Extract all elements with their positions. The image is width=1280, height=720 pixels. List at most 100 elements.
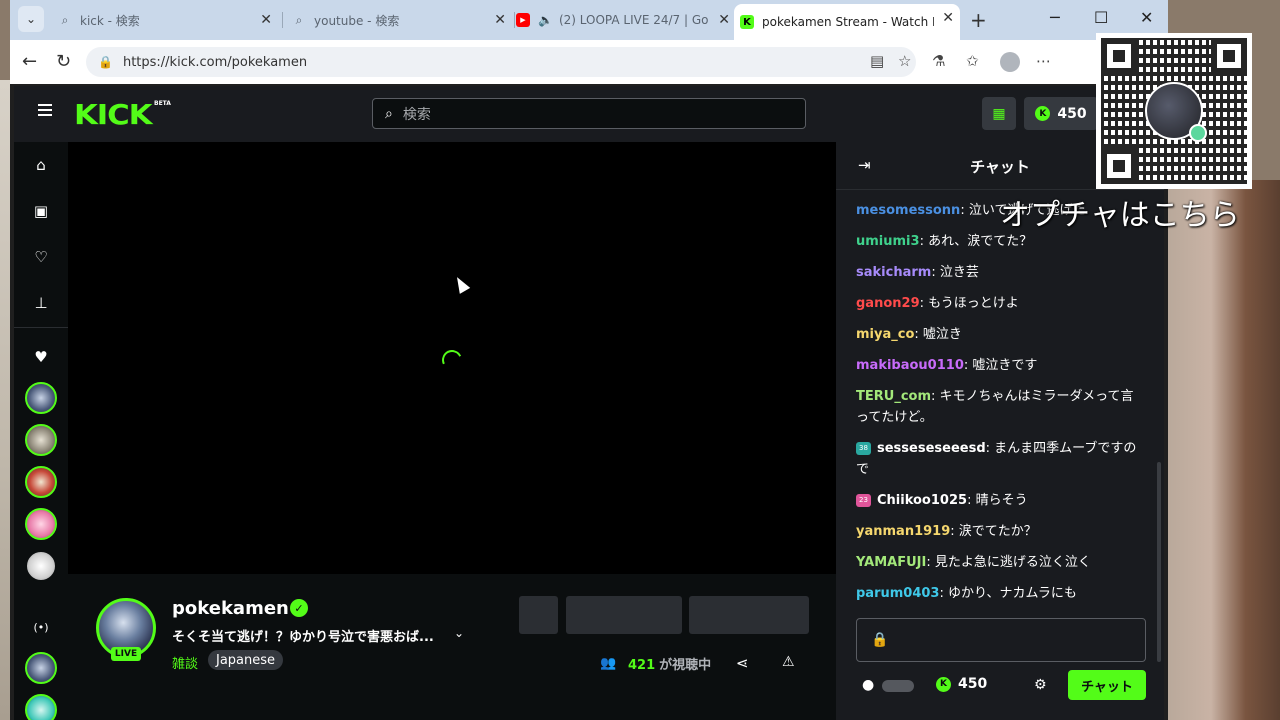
- lock-icon: 🔒: [98, 55, 113, 69]
- chat-message: TERU_com: キモノちゃんはミラーダメって言ってたけど。: [856, 386, 1146, 428]
- tab-separator: [282, 12, 283, 28]
- streamer-name[interactable]: pokekamen: [172, 598, 289, 619]
- chat-username[interactable]: sakicharm: [856, 265, 931, 280]
- qr-app-icon: [1189, 124, 1207, 142]
- menu-icon[interactable]: [38, 104, 52, 116]
- stream-category[interactable]: 雑談: [172, 653, 198, 672]
- action-button-placeholder[interactable]: [519, 596, 558, 634]
- chat-username[interactable]: YAMAFUJI: [856, 555, 926, 570]
- chat-username[interactable]: TERU_com: [856, 389, 931, 404]
- chat-toggle[interactable]: [882, 680, 914, 692]
- stream-info-panel: LIVE pokekamen ✓ そくそ当て逃げ！？ゆかり号泣で害悪おば... …: [68, 574, 836, 720]
- close-icon[interactable]: ✕: [494, 12, 506, 28]
- settings-gear-icon[interactable]: ⚙: [1034, 677, 1047, 693]
- minimize-button[interactable]: ─: [1050, 8, 1060, 27]
- viewer-count-suffix: が視聴中: [659, 658, 712, 673]
- report-icon[interactable]: ⚠: [782, 654, 795, 670]
- favorite-star-icon[interactable]: ☆: [898, 52, 911, 70]
- action-button-placeholder[interactable]: [566, 596, 682, 634]
- chat-kicks-balance[interactable]: K 450: [936, 676, 987, 692]
- url-field[interactable]: 🔒 https://kick.com/pokekamen: [86, 47, 916, 77]
- more-options-icon[interactable]: ⋯: [1036, 52, 1051, 70]
- maximize-button[interactable]: ☐: [1094, 8, 1108, 27]
- viewer-count: 421 が視聴中: [628, 654, 711, 673]
- chevron-down-icon: ⌄: [25, 12, 37, 26]
- tab-label: kick - 検索: [80, 13, 140, 28]
- chat-input[interactable]: 🔒: [856, 618, 1146, 662]
- live-broadcast-icon[interactable]: (•): [32, 618, 50, 636]
- tab-pokekamen-stream[interactable]: K pokekamen Stream - Watch Live o ✕: [734, 4, 960, 40]
- chat-username[interactable]: mesomessonn: [856, 203, 960, 218]
- kick-logo[interactable]: KICK: [74, 98, 153, 131]
- chat-username[interactable]: parum0403: [856, 586, 939, 601]
- url-text: https://kick.com/pokekamen: [122, 54, 308, 70]
- chat-username[interactable]: Chiikoo1025: [877, 493, 967, 508]
- chat-text: ゆかり、ナカムラにも: [948, 586, 1077, 601]
- close-icon[interactable]: ✕: [260, 12, 272, 28]
- followed-channel-avatar[interactable]: [25, 466, 57, 498]
- viewers-icon: 👥: [600, 656, 617, 671]
- followed-channel-avatar[interactable]: [25, 382, 57, 414]
- action-button-placeholder[interactable]: [689, 596, 809, 634]
- gift-button[interactable]: ▦: [982, 97, 1016, 130]
- lock-icon: 🔒: [871, 632, 889, 648]
- browse-icon[interactable]: ▣: [32, 202, 50, 220]
- video-player[interactable]: [68, 142, 836, 574]
- search-input[interactable]: ⌕ 検索: [372, 98, 806, 129]
- chat-separator: :: [960, 203, 969, 218]
- reader-mode-icon[interactable]: ▤: [870, 52, 884, 70]
- top-navigation: KICK BETA ⌕ 検索 ▦ K 450: [14, 86, 1164, 142]
- live-channel-avatar[interactable]: [25, 652, 57, 684]
- language-tag[interactable]: Japanese: [208, 650, 284, 670]
- qr-finder: [1211, 38, 1247, 74]
- kicks-balance-button[interactable]: K 450: [1024, 97, 1098, 130]
- followed-channel-avatar[interactable]: [25, 550, 57, 582]
- chat-text: 見たよ急に逃げる泣く泣く: [934, 555, 1091, 570]
- chat-scrollbar[interactable]: [1157, 462, 1161, 662]
- chat-username[interactable]: miya_co: [856, 327, 914, 342]
- tab-youtube-search[interactable]: ⌕ youtube - 検索 ✕: [286, 6, 512, 34]
- extensions-icon[interactable]: ⚗: [932, 52, 945, 70]
- chat-username[interactable]: ganon29: [856, 296, 920, 311]
- back-button[interactable]: ←: [22, 51, 37, 72]
- following-heart-icon[interactable]: ♡: [32, 248, 50, 266]
- chat-username[interactable]: umiumi3: [856, 234, 920, 249]
- chat-message: miya_co: 嘘泣き: [856, 324, 1146, 345]
- kick-icon: K: [740, 15, 754, 29]
- followed-channel-avatar[interactable]: [25, 508, 57, 540]
- new-tab-button[interactable]: +: [970, 8, 987, 32]
- chat-separator: :: [931, 265, 940, 280]
- chat-username[interactable]: yanman1919: [856, 524, 950, 539]
- close-icon[interactable]: ✕: [718, 12, 730, 28]
- chat-kicks-value: 450: [958, 676, 988, 692]
- chevron-down-icon[interactable]: ⌄: [454, 626, 464, 640]
- chat-separator: :: [919, 234, 929, 249]
- tab-kick-search[interactable]: ⌕ kick - 検索 ✕: [52, 6, 278, 34]
- tab-loopa-live[interactable]: ▶ 🔈 (2) LOOPA LIVE 24/7 | Good E ✕: [510, 6, 736, 34]
- qr-code: [1096, 33, 1252, 189]
- send-chat-button[interactable]: チャット: [1068, 670, 1146, 700]
- chat-text: あれ、涙でてた？: [928, 234, 1033, 249]
- chat-username[interactable]: sesseseseeesd: [877, 441, 986, 456]
- emote-icon[interactable]: ●: [862, 677, 874, 693]
- profile-avatar[interactable]: [1000, 52, 1020, 72]
- followed-channel-avatar[interactable]: [25, 424, 57, 456]
- chat-message: ganon29: もうほっとけよ: [856, 293, 1146, 314]
- chat-text: 晴らそう: [975, 493, 1028, 508]
- chat-text: 涙でてたか？: [958, 524, 1037, 539]
- home-icon[interactable]: ⌂: [32, 156, 50, 174]
- tab-actions-menu[interactable]: ⌄: [18, 6, 44, 32]
- following-heart-filled-icon[interactable]: ♥: [32, 348, 50, 366]
- live-channel-avatar[interactable]: [25, 694, 57, 720]
- close-window-button[interactable]: ✕: [1140, 8, 1153, 27]
- stream-title: そくそ当て逃げ！？ゆかり号泣で害悪おば...: [172, 630, 434, 645]
- kicks-balance: 450: [1057, 105, 1087, 122]
- share-icon[interactable]: ⋖: [736, 654, 749, 672]
- reload-button[interactable]: ↻: [56, 51, 71, 72]
- close-icon[interactable]: ✕: [942, 10, 954, 26]
- sidebar-divider: [14, 327, 68, 328]
- chat-username[interactable]: makibaou0110: [856, 358, 964, 373]
- favorites-icon[interactable]: ✩: [966, 52, 979, 70]
- clips-icon[interactable]: ⊥: [32, 294, 50, 312]
- speaker-icon[interactable]: 🔈: [538, 13, 553, 27]
